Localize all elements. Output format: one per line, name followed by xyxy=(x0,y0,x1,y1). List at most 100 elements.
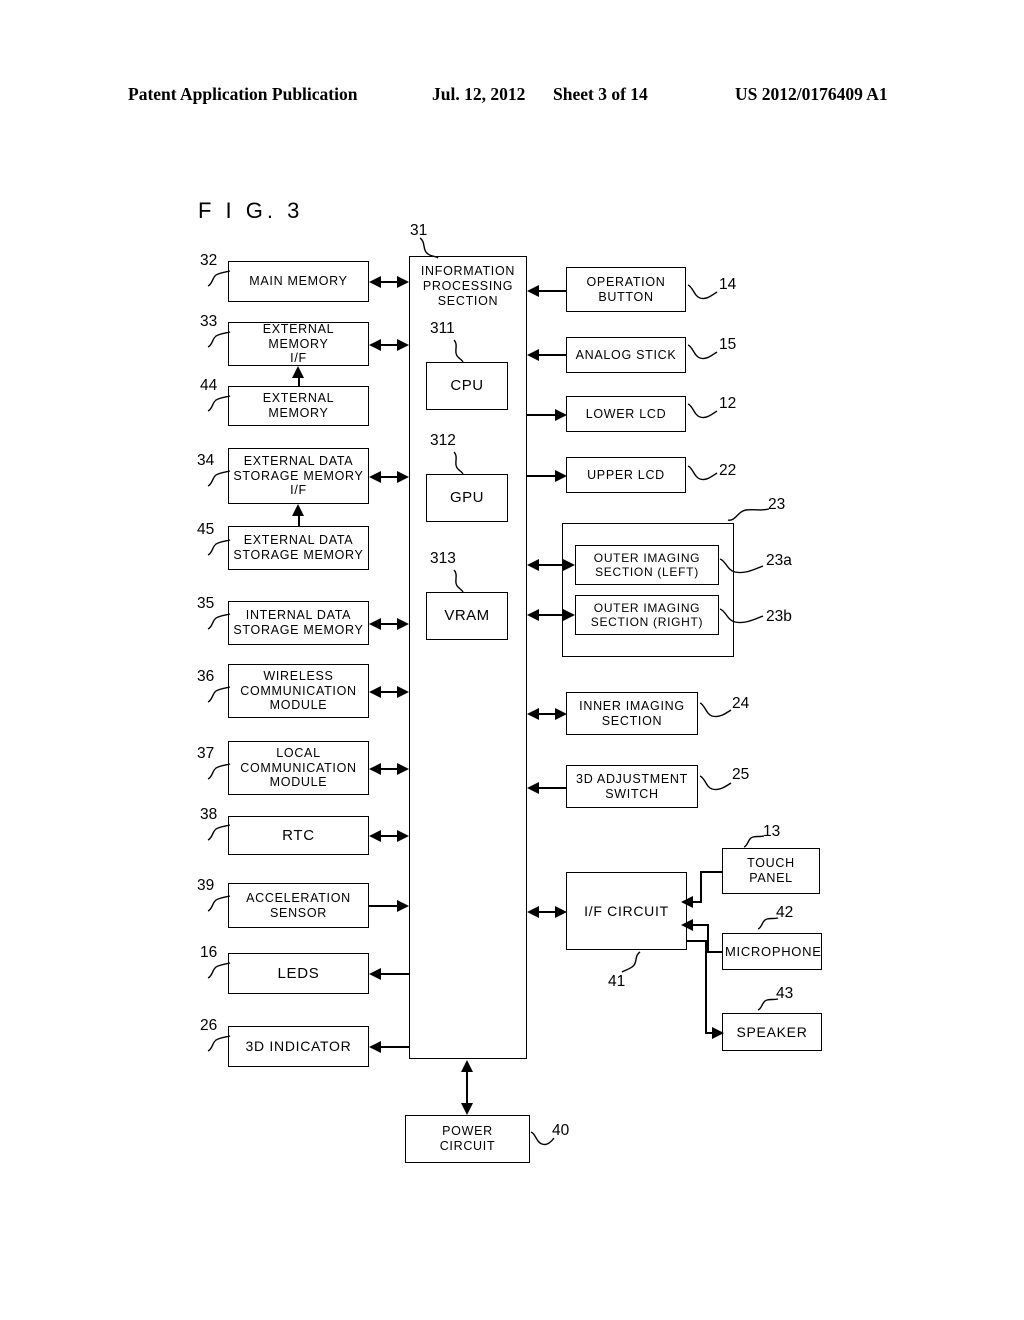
publication-date: Jul. 12, 2012 xyxy=(432,84,526,104)
arrowhead-right xyxy=(397,830,409,842)
ref-31: 31 xyxy=(410,222,428,239)
leader-22 xyxy=(687,465,718,481)
block-3d-adjustment-switch: 3D ADJUSTMENT SWITCH xyxy=(566,765,698,808)
ref-313: 313 xyxy=(430,550,456,567)
block-lower-lcd: LOWER LCD xyxy=(566,396,686,432)
leader-24 xyxy=(699,702,732,718)
arrowhead-right xyxy=(397,471,409,483)
ref-44: 44 xyxy=(200,377,218,394)
arrowhead-left xyxy=(527,559,539,571)
connector-internal-data-storage xyxy=(381,623,397,625)
block-outer-imaging-section-left: OUTER IMAGING SECTION (LEFT) xyxy=(575,545,719,585)
block-label: ANALOG STICK xyxy=(575,347,677,362)
arrowhead-left xyxy=(681,896,693,908)
arrowhead-left xyxy=(527,708,539,720)
block-leds: LEDS xyxy=(228,953,369,994)
ref-41: 41 xyxy=(608,973,626,990)
block-3d-indicator: 3D INDICATOR xyxy=(228,1026,369,1067)
connector-microphone-v xyxy=(707,924,709,952)
arrowhead-right xyxy=(397,900,409,912)
arrowhead-right xyxy=(555,409,567,421)
leader-15 xyxy=(687,344,718,360)
connector-analog-stick xyxy=(539,354,567,356)
connector-acceleration-sensor xyxy=(369,905,397,907)
arrowhead-left xyxy=(527,349,539,361)
block-label: EXTERNAL DATA STORAGE MEMORY I/F xyxy=(233,453,364,498)
arrowhead-left xyxy=(369,471,381,483)
block-touch-panel: TOUCH PANEL xyxy=(722,848,820,894)
ref-24: 24 xyxy=(732,695,750,712)
block-label: MICROPHONE xyxy=(725,943,822,959)
connector-lower-lcd xyxy=(527,414,555,416)
ref-32: 32 xyxy=(200,252,218,269)
block-gpu: GPU xyxy=(426,474,508,522)
leader-12 xyxy=(687,403,718,419)
connector-3d-indicator xyxy=(381,1046,409,1048)
arrowhead-down xyxy=(461,1103,473,1115)
block-if-circuit: I/F CIRCUIT xyxy=(566,872,687,950)
ref-23b: 23b xyxy=(766,608,792,625)
arrowhead-left xyxy=(527,906,539,918)
arrowhead-right xyxy=(555,708,567,720)
ref-23a: 23a xyxy=(766,552,792,569)
block-outer-imaging-section-right: OUTER IMAGING SECTION (RIGHT) xyxy=(575,595,719,635)
block-label: OUTER IMAGING SECTION (RIGHT) xyxy=(590,600,704,629)
ref-37: 37 xyxy=(197,745,215,762)
connector-main-memory xyxy=(381,281,397,283)
connector-upper-lcd xyxy=(527,475,555,477)
block-label: ACCELERATION SENSOR xyxy=(246,890,351,920)
arrowhead-left xyxy=(369,1041,381,1053)
arrowhead-left xyxy=(369,276,381,288)
figure-title: F I G. 3 xyxy=(198,198,304,223)
block-label: OPERATION BUTTON xyxy=(586,274,666,304)
arrowhead-left xyxy=(369,686,381,698)
block-label: INNER IMAGING SECTION xyxy=(579,698,685,728)
arrowhead-left xyxy=(369,339,381,351)
publication-label: Patent Application Publication xyxy=(128,84,358,104)
block-analog-stick: ANALOG STICK xyxy=(566,337,686,373)
block-label: LOCAL COMMUNICATION MODULE xyxy=(240,745,357,790)
ref-33: 33 xyxy=(200,313,218,330)
connector-touch-panel-horizontal-run-41 xyxy=(700,901,701,903)
ref-311: 311 xyxy=(430,320,455,337)
arrowhead-left xyxy=(369,763,381,775)
arrowhead-right xyxy=(563,559,575,571)
connector-speaker-h-top xyxy=(687,940,706,942)
ref-12: 12 xyxy=(719,395,737,412)
arrowhead-left xyxy=(369,968,381,980)
block-label: 3D ADJUSTMENT SWITCH xyxy=(576,771,688,801)
leader-41 xyxy=(621,951,641,973)
connector-outer-imaging-left xyxy=(539,564,564,566)
block-upper-lcd: UPPER LCD xyxy=(566,457,686,493)
block-external-memory: EXTERNAL MEMORY xyxy=(228,386,369,426)
block-label: WIRELESS COMMUNICATION MODULE xyxy=(240,668,357,713)
block-inner-imaging-section: INNER IMAGING SECTION xyxy=(566,692,698,735)
block-label: I/F CIRCUIT xyxy=(584,902,669,919)
block-microphone: MICROPHONE xyxy=(722,933,822,970)
connector-leds xyxy=(381,973,409,975)
block-label: LOWER LCD xyxy=(585,406,667,421)
arrowhead-right xyxy=(397,686,409,698)
leader-14 xyxy=(687,284,718,300)
block-acceleration-sensor: ACCELERATION SENSOR xyxy=(228,883,369,928)
block-power-circuit: POWER CIRCUIT xyxy=(405,1115,530,1163)
ref-13: 13 xyxy=(763,823,781,840)
ref-25: 25 xyxy=(732,766,750,783)
block-label: INFORMATION PROCESSING SECTION xyxy=(420,264,516,308)
ref-40: 40 xyxy=(552,1122,570,1139)
connector-touch-panel-v xyxy=(700,871,702,902)
ref-39: 39 xyxy=(197,877,215,894)
connector-touch-panel-h-top xyxy=(700,871,722,873)
block-label: EXTERNAL DATA STORAGE MEMORY xyxy=(233,533,364,562)
block-label: INTERNAL DATA STORAGE MEMORY xyxy=(233,608,364,637)
ref-43: 43 xyxy=(776,985,794,1002)
arrowhead-right xyxy=(555,906,567,918)
block-label: POWER CIRCUIT xyxy=(439,1124,496,1153)
connector-inner-imaging xyxy=(539,713,555,715)
arrowhead-left xyxy=(527,782,539,794)
arrowhead-left xyxy=(681,919,693,931)
block-label: OUTER IMAGING SECTION (LEFT) xyxy=(593,550,701,579)
connector-microphone-h-bottom xyxy=(707,951,723,953)
block-label: UPPER LCD xyxy=(587,467,665,482)
connector-external-data-storage-if xyxy=(381,476,397,478)
